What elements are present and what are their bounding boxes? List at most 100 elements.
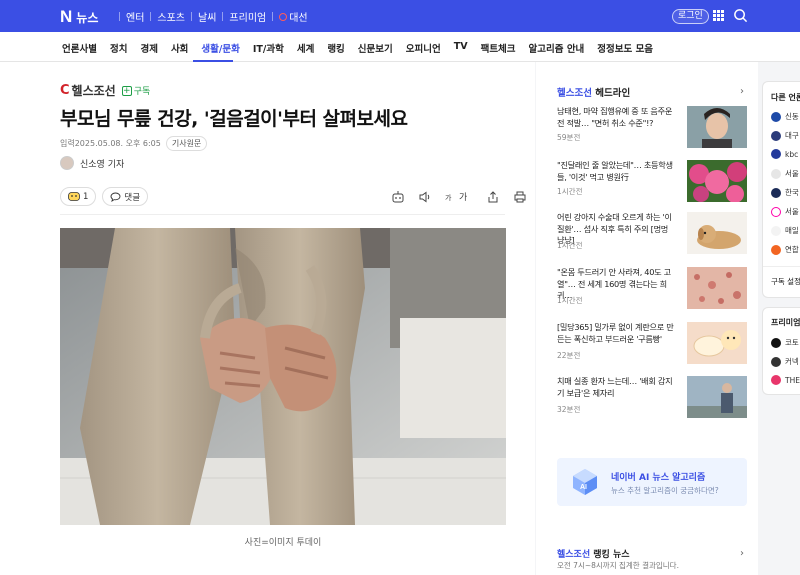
- reaction-button[interactable]: 1: [60, 187, 97, 206]
- svg-text:AI: AI: [580, 484, 587, 491]
- category-tab[interactable]: TV: [454, 41, 468, 55]
- article-meta: 입력2025.05.08. 오후 6:05 기사원문: [60, 136, 208, 151]
- subscribe-settings-button[interactable]: 구독 설정: [771, 276, 800, 287]
- rail-news-time: 32분전: [557, 405, 581, 414]
- premium-list-item[interactable]: THE: [771, 375, 800, 385]
- naver-logo-letter: N: [60, 7, 73, 26]
- font-size-button[interactable]: 가가: [445, 190, 473, 204]
- original-article-link[interactable]: 기사원문: [165, 136, 208, 151]
- press-logo-icon: [771, 130, 781, 141]
- category-tab[interactable]: 세계: [297, 41, 314, 55]
- category-tab[interactable]: 생활/문화: [201, 41, 239, 55]
- category-tab[interactable]: 경제: [140, 41, 157, 55]
- top-nav-election[interactable]: 대선: [279, 9, 308, 24]
- subscribe-button[interactable]: + 구독: [121, 84, 151, 97]
- rail-title-suffix: 헤드라인: [595, 88, 631, 99]
- press-list-item[interactable]: 연합: [771, 244, 799, 255]
- ai-algorithm-banner[interactable]: AI 네이버 AI 뉴스 알고리즘 뉴스 추천 알고리즘이 궁금하다면?: [557, 458, 747, 506]
- reporter-info[interactable]: 신소영 기자: [60, 156, 124, 170]
- press-list-item[interactable]: 서울: [771, 206, 799, 217]
- rail-news-title: 남태현, 마약 집행유예 중 또 음주운전 적발… "면허 취소 수준"!?: [557, 106, 673, 128]
- press-list-item[interactable]: 서울: [771, 168, 799, 179]
- news-logo-text: 뉴스: [76, 10, 99, 25]
- ai-banner-title: 네이버 AI 뉴스 알고리즘: [611, 473, 706, 483]
- chevron-right-icon[interactable]: ›: [740, 86, 744, 97]
- press-list-item[interactable]: 신동: [771, 111, 799, 122]
- thumb-puppy-image: [687, 212, 747, 254]
- ranking-subtitle: 오전 7시~8시까지 집계한 결과입니다.: [557, 561, 679, 570]
- premium-list-item[interactable]: 커넥: [771, 356, 799, 367]
- font-size-label: 가: [459, 193, 468, 203]
- rail-news-thumb: [687, 376, 747, 418]
- premium-list-item[interactable]: 코토: [771, 337, 799, 348]
- audio-speaker-icon[interactable]: [418, 190, 432, 204]
- category-tab[interactable]: 언론사별: [62, 41, 97, 55]
- category-nav: 언론사별 정치 경제 사회 생활/문화 IT/과학 세계 랭킹 신문보기 오피니언 TV 팩트체크 알고…: [0, 32, 800, 62]
- category-tab[interactable]: 오피니언: [406, 41, 441, 55]
- subscribe-label: 구독: [133, 87, 151, 97]
- press-list-item[interactable]: kbc: [771, 149, 798, 159]
- category-tab[interactable]: 팩트체크: [481, 41, 516, 55]
- naver-news-logo[interactable]: N 뉴스: [60, 7, 98, 27]
- share-icon[interactable]: [486, 190, 500, 204]
- thumb-elderly-image: [687, 376, 747, 418]
- top-nav-sports[interactable]: 스포츠: [157, 9, 185, 24]
- search-icon[interactable]: [733, 8, 748, 23]
- press-logo-icon: [771, 187, 781, 198]
- premium-title: 프리미엄: [771, 318, 800, 327]
- category-tab[interactable]: 신문보기: [358, 41, 393, 55]
- ranking-title-suffix: 랭킹 뉴스: [593, 550, 630, 560]
- comment-button[interactable]: 댓글: [102, 187, 149, 206]
- article-photo: [60, 228, 506, 525]
- summary-bot-icon[interactable]: [391, 190, 405, 204]
- rail-news-time: 59분전: [557, 133, 581, 142]
- headline-section-title[interactable]: 헬스조선 헤드라인: [557, 85, 630, 99]
- top-nav: 엔터 스포츠 날씨 프리미엄 대선: [113, 9, 308, 24]
- press-list-label: 신동: [785, 112, 799, 121]
- category-tab[interactable]: 랭킹: [327, 41, 344, 55]
- rail-news-thumb: [687, 322, 747, 364]
- login-button[interactable]: 로그인: [672, 9, 709, 24]
- apps-grid-icon[interactable]: [713, 10, 724, 21]
- press-logo-icon: [771, 206, 781, 217]
- rail-news-item[interactable]: "온몸 두드러기 안 사라져, 40도 고열"… 전 세계 160명 겪는다는 …: [557, 267, 747, 309]
- rail-news-item[interactable]: 남태현, 마약 집행유예 중 또 음주운전 적발… "면허 취소 수준"!? 5…: [557, 106, 747, 148]
- chevron-right-icon[interactable]: ›: [740, 548, 744, 559]
- reporter-avatar: [60, 156, 74, 170]
- comment-label: 댓글: [124, 192, 141, 203]
- published-time: 입력2025.05.08. 오후 6:05: [60, 139, 161, 148]
- reporter-name: 신소영 기자: [80, 159, 125, 170]
- top-nav-weather[interactable]: 날씨: [198, 9, 216, 24]
- emotion-icon: [68, 192, 80, 201]
- rail-news-thumb: [687, 160, 747, 202]
- press-logo-icon: [771, 244, 781, 255]
- top-nav-entertain[interactable]: 엔터: [126, 9, 144, 24]
- thumb-cloud-bread-image: [687, 322, 747, 364]
- category-tab[interactable]: 알고리즘 안내: [529, 41, 585, 55]
- other-press-title: 다른 언론사: [771, 93, 800, 102]
- press-list-item[interactable]: 대구: [771, 130, 799, 141]
- rail-news-time: 1시간전: [557, 241, 583, 250]
- category-tab[interactable]: 정정보도 모음: [597, 41, 653, 55]
- print-icon[interactable]: [513, 190, 527, 204]
- press-list-label: 연합: [785, 245, 799, 254]
- category-tab[interactable]: 사회: [171, 41, 188, 55]
- rail-news-item[interactable]: 어린 강아지 수술대 오르게 하는 '이 질환'… 섭사 직후 특히 주의 [멍…: [557, 212, 747, 254]
- press-logo[interactable]: C 헬스조선: [60, 82, 116, 99]
- press-list-label: kbc: [785, 149, 799, 159]
- rail-news-item[interactable]: "진달래인 줄 알았는데"… 초등학생들, '이것' 먹고 병원行 1시간전: [557, 160, 747, 202]
- rail-news-thumb: [687, 106, 747, 148]
- rail-news-title: "진달래인 줄 알았는데"… 초등학생들, '이것' 먹고 병원行: [557, 160, 673, 182]
- category-tab[interactable]: IT/과학: [253, 41, 284, 55]
- ranking-section-title[interactable]: 헬스조선 랭킹 뉴스: [557, 547, 630, 560]
- press-list-label: 한국: [785, 188, 799, 197]
- category-tab[interactable]: 정치: [110, 41, 127, 55]
- rail-news-item[interactable]: [밀당365] 밀가루 없이 계란으로 만든는 폭신하고 부드러운 '구름빵' …: [557, 322, 747, 364]
- top-nav-premium[interactable]: 프리미엄: [229, 9, 266, 24]
- rail-news-item[interactable]: 치매 실종 환자 느는데… '배회 감지기 보급'은 제자리 32분전: [557, 376, 747, 418]
- press-list-item[interactable]: 매일: [771, 225, 799, 236]
- premium-logo-icon: [771, 337, 781, 348]
- election-label: 대선: [289, 13, 308, 24]
- press-list-item[interactable]: 한국: [771, 187, 799, 198]
- divider: [222, 12, 224, 21]
